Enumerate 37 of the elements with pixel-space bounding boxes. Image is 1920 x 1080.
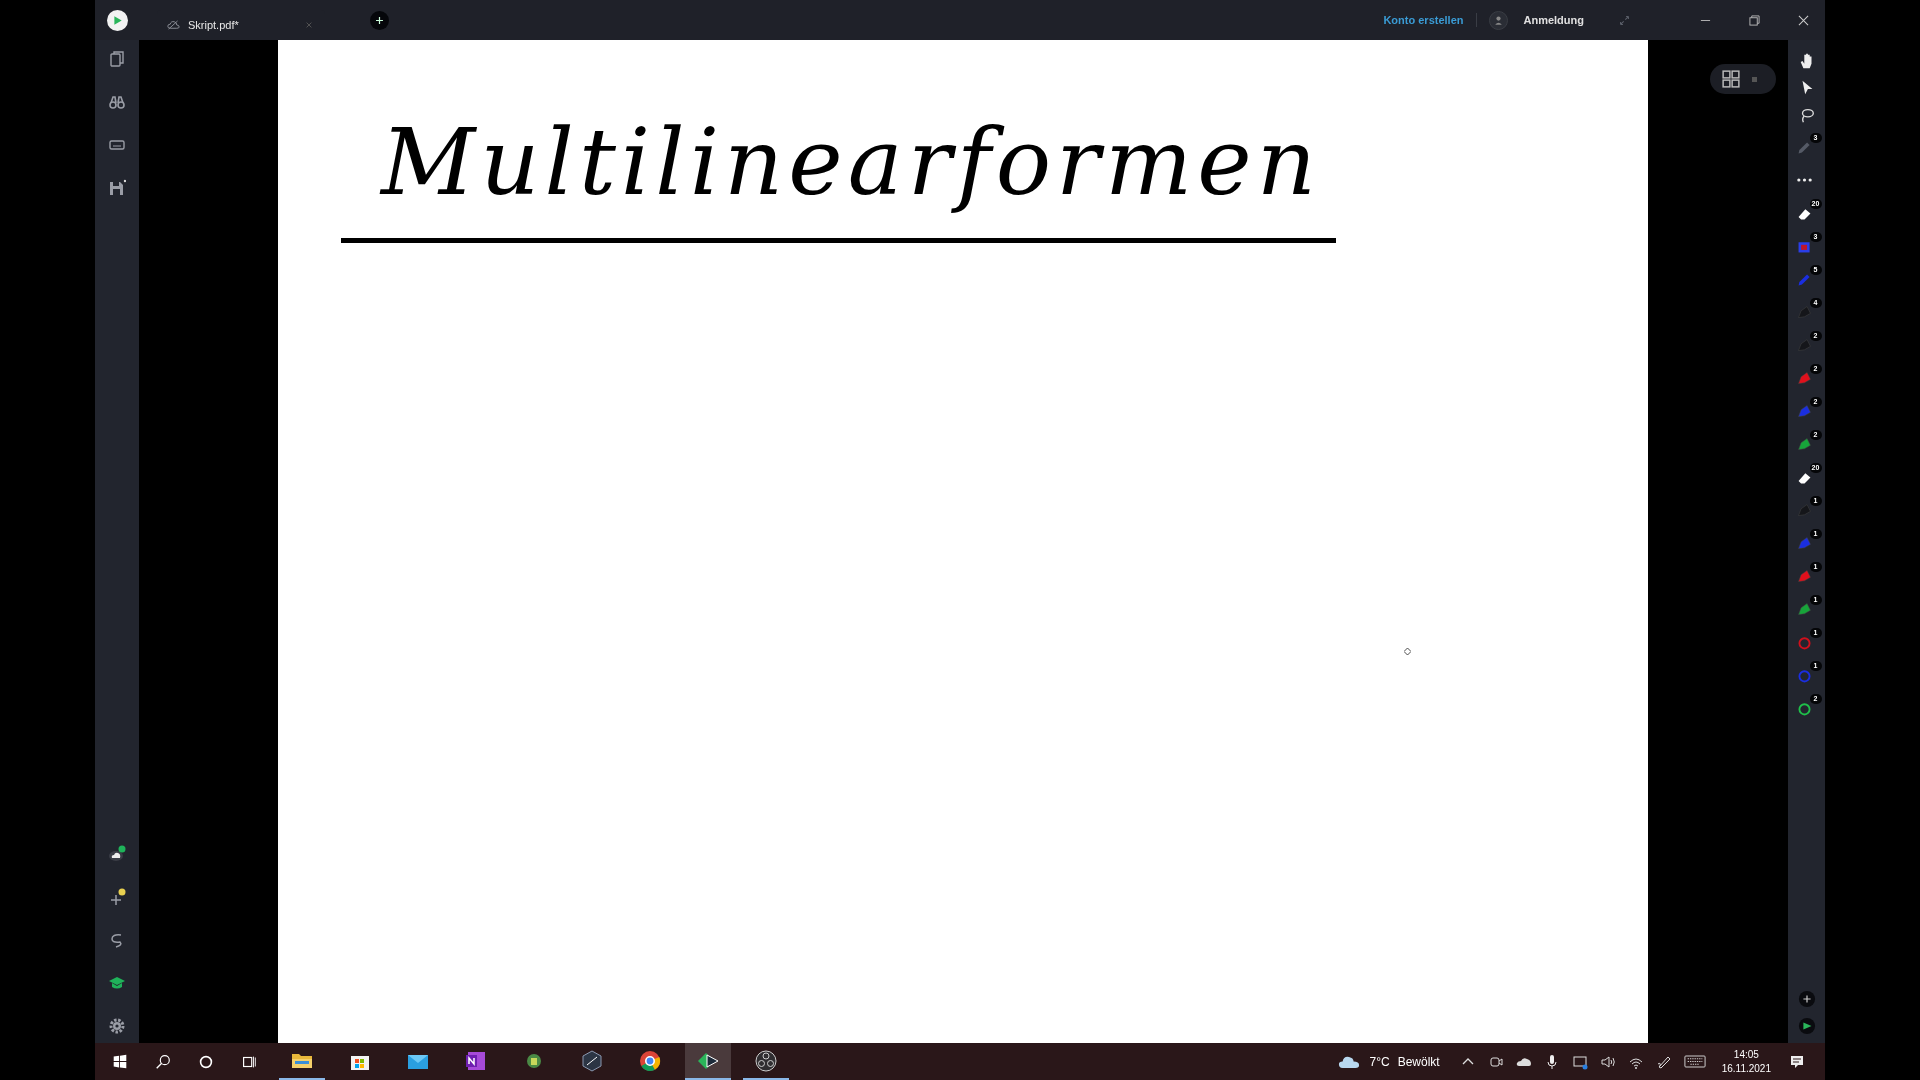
search-icon[interactable] [154,1052,172,1071]
three-circles-icon [754,1048,778,1073]
restore-icon[interactable] [1749,14,1760,26]
add-pin-icon[interactable] [108,888,126,906]
notification-icon[interactable] [1789,1053,1805,1070]
cloud-off-icon [167,20,180,30]
pages-icon[interactable] [108,50,126,68]
grid-view-icon [1722,70,1740,88]
hexagon-icon [580,1048,604,1073]
page-layout-button[interactable] [1710,64,1776,94]
add-tab-icon[interactable] [370,10,389,30]
time-label[interactable]: 14:05 [1733,1047,1759,1062]
settings-icon[interactable] [108,1017,126,1035]
create-account-link[interactable]: Konto erstellen [1383,14,1464,26]
windows-start-icon[interactable] [111,1052,129,1071]
weather-label: Bewölkt [1397,1054,1440,1069]
sign-in-link[interactable]: Anmeldung [1523,14,1584,26]
keyboard-icon[interactable] [1683,1055,1706,1068]
add-icon[interactable] [1797,990,1816,1008]
cloud-sync-icon[interactable] [108,845,126,863]
temperature-label: 7°C [1369,1054,1390,1069]
square-icon [1752,76,1757,82]
speaker-icon[interactable] [1599,1053,1616,1070]
tab-title: Skript.pdf* [188,19,239,31]
date-label[interactable]: 16.11.2021 [1721,1061,1771,1076]
browser-icon [638,1048,662,1073]
weather-cloud-icon[interactable] [1337,1054,1360,1069]
binoculars-icon[interactable] [108,93,126,111]
more-icon [1796,177,1813,183]
cursor-icon [1404,648,1411,655]
app-logo-icon[interactable] [1797,1017,1816,1035]
app-logo-icon[interactable] [107,9,128,31]
display-icon[interactable] [1571,1053,1588,1070]
expand-icon[interactable] [1619,14,1630,26]
user-icon [1488,10,1508,30]
handwritten-heading: Multilinearformen [378,108,1321,218]
notes-taskbar-button[interactable] [685,1043,731,1080]
